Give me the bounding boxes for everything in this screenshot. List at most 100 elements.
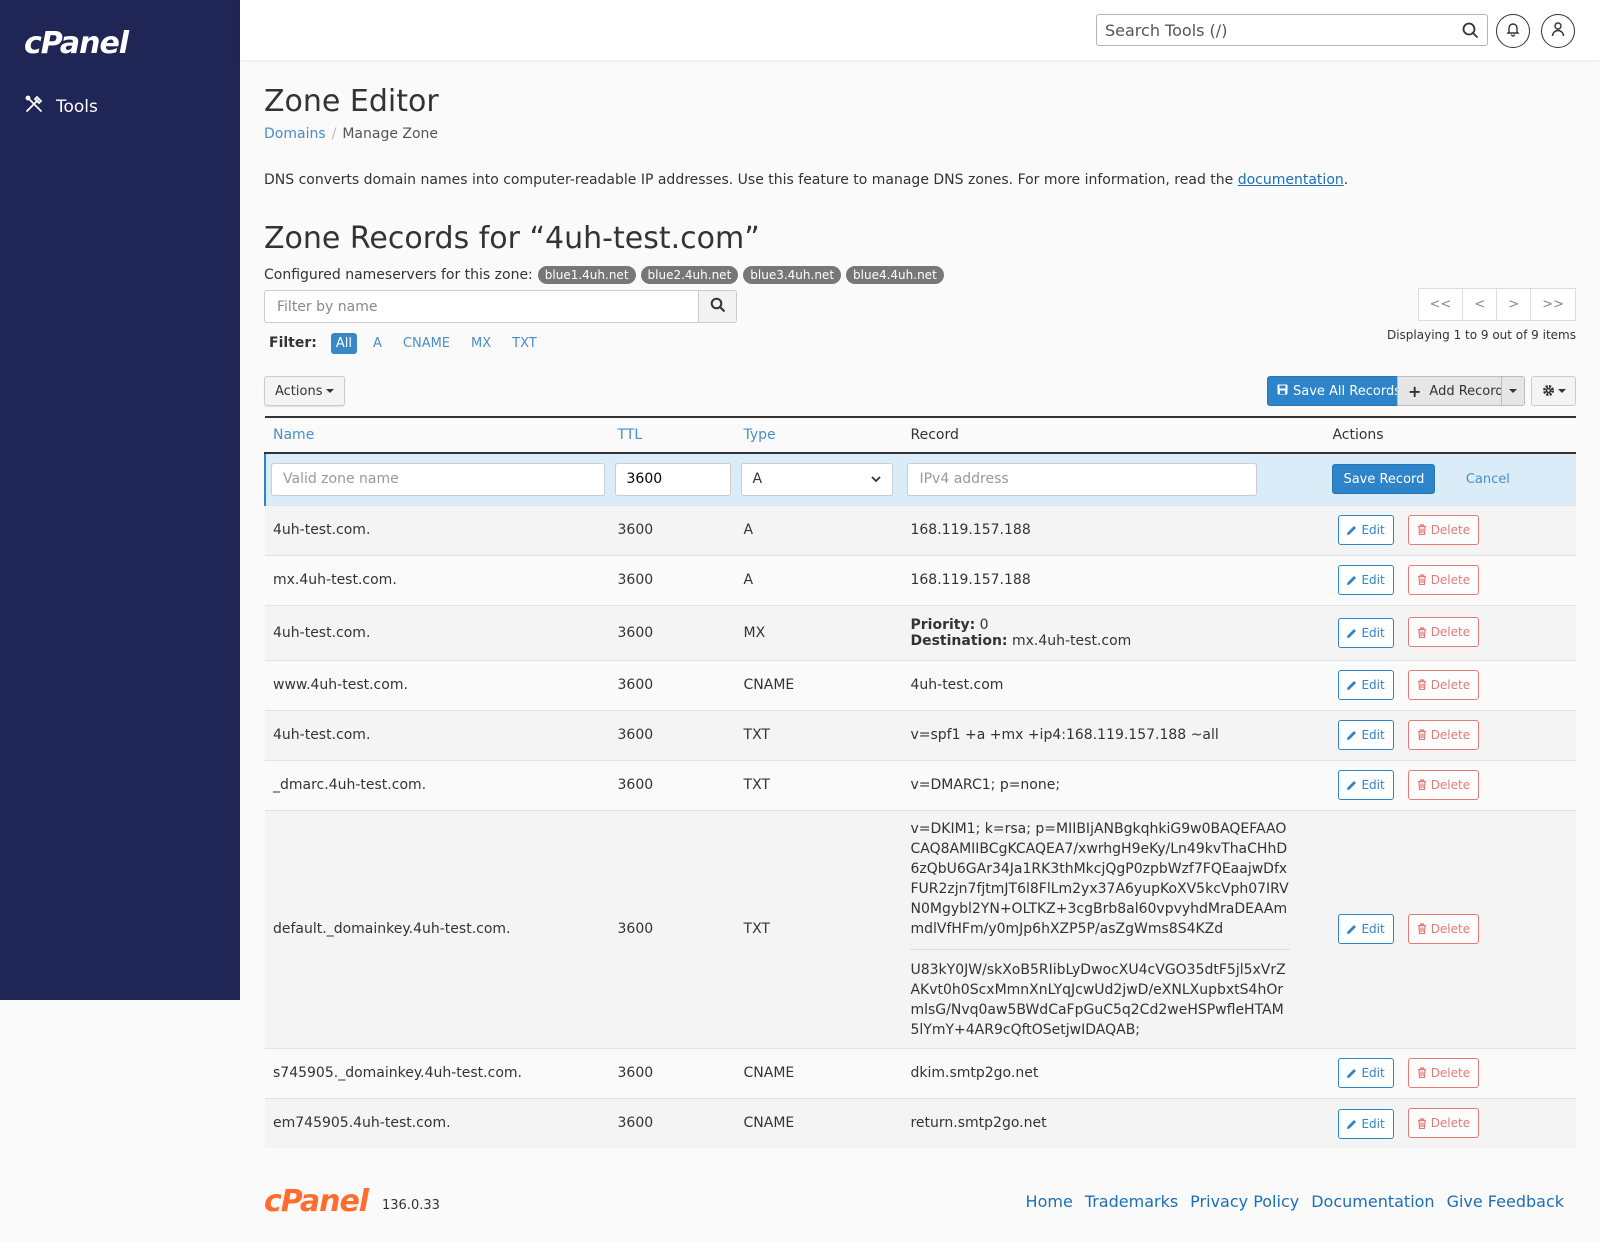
footer-link-home[interactable]: Home xyxy=(1026,1192,1073,1211)
record-value-input[interactable] xyxy=(907,462,1258,496)
search-tools-input[interactable] xyxy=(1097,15,1437,45)
delete-button[interactable]: Delete xyxy=(1407,719,1480,750)
notifications-button[interactable] xyxy=(1496,14,1530,48)
table-row: 4uh-test.com. 3600 A 168.119.157.188 Edit Del… xyxy=(265,504,1576,555)
record-ttl: 3600 xyxy=(617,1115,654,1132)
bell-icon xyxy=(1505,21,1521,41)
delete-label: Delete xyxy=(1430,625,1471,640)
prev-page-button[interactable]: < xyxy=(1462,288,1498,321)
user-menu-button[interactable] xyxy=(1541,14,1575,48)
edit-button[interactable]: Edit xyxy=(1338,670,1394,701)
edit-button[interactable]: Edit xyxy=(1338,1058,1394,1089)
add-record-dropdown-toggle[interactable] xyxy=(1501,376,1525,406)
cpanel-logo[interactable]: cPanel xyxy=(24,26,129,61)
add-record-button[interactable]: + Add Record xyxy=(1397,376,1515,406)
search-icon[interactable] xyxy=(1462,22,1479,43)
table-row: www.4uh-test.com. 3600 CNAME 4uh-test.com Ed… xyxy=(265,659,1576,710)
save-record-button[interactable]: Save Record xyxy=(1332,464,1436,495)
filter-a[interactable]: A xyxy=(368,333,387,354)
footer-link-documentation[interactable]: Documentation xyxy=(1311,1192,1434,1211)
edit-button[interactable]: Edit xyxy=(1338,515,1394,546)
filter-all[interactable]: All xyxy=(330,332,357,354)
delete-button[interactable]: Delete xyxy=(1407,913,1480,944)
save-all-records-button[interactable]: Save All Records xyxy=(1267,376,1411,406)
delete-label: Delete xyxy=(1430,1116,1471,1130)
record-ttl: 3600 xyxy=(617,1065,654,1081)
table-row: s745905._domainkey.4uh-test.com. 3600 CNAM… xyxy=(265,1047,1576,1098)
delete-label: Delete xyxy=(1430,777,1471,792)
footer-link-give-feedback[interactable]: Give Feedback xyxy=(1447,1192,1564,1211)
sidebar-item-tools[interactable]: Tools xyxy=(24,94,98,119)
trash-icon xyxy=(1417,1117,1427,1129)
zone-name-input[interactable] xyxy=(271,462,605,496)
destination-value: mx.4uh-test.com xyxy=(1011,632,1132,649)
tools-icon xyxy=(24,94,56,119)
footer: cPanel 136.0.33 Home Trademarks Privacy … xyxy=(264,1180,1576,1220)
caret-down-icon xyxy=(1557,389,1566,393)
footer-link-privacy-policy[interactable]: Privacy Policy xyxy=(1190,1192,1299,1211)
nameserver-badge: blue1.4uh.net xyxy=(537,266,636,284)
cancel-link[interactable]: Cancel xyxy=(1466,472,1510,487)
ttl-input[interactable] xyxy=(614,462,731,496)
delete-label: Delete xyxy=(1430,677,1471,692)
column-header-type[interactable]: Type xyxy=(735,416,903,454)
record-name: www.4uh-test.com. xyxy=(273,677,408,693)
settings-dropdown-button[interactable] xyxy=(1531,376,1576,406)
table-row: em745905.4uh-test.com. 3600 CNAME return.sm… xyxy=(265,1097,1576,1148)
filter-label: Filter: xyxy=(269,335,317,351)
filter-search-button[interactable] xyxy=(698,290,737,323)
edit-label: Edit xyxy=(1361,678,1385,693)
edit-button[interactable]: Edit xyxy=(1338,1108,1394,1139)
first-page-button[interactable]: << xyxy=(1417,288,1464,321)
edit-label: Edit xyxy=(1361,778,1385,793)
breadcrumb-domains-link[interactable]: Domains xyxy=(264,126,326,142)
last-page-button[interactable]: >> xyxy=(1530,288,1576,321)
record-type: CNAME xyxy=(743,1115,795,1132)
delete-button[interactable]: Delete xyxy=(1407,769,1480,800)
delete-button[interactable]: Delete xyxy=(1407,1108,1480,1138)
type-select[interactable]: A xyxy=(740,462,893,496)
filter-by-name-input[interactable] xyxy=(264,290,699,323)
version-label: 136.0.33 xyxy=(382,1198,440,1213)
delete-button[interactable]: Delete xyxy=(1407,1057,1480,1088)
footer-cpanel-logo[interactable]: cPanel xyxy=(264,1184,369,1219)
edit-button[interactable]: Edit xyxy=(1338,565,1394,596)
filter-txt[interactable]: TXT xyxy=(507,333,542,354)
next-page-button[interactable]: > xyxy=(1496,288,1532,321)
delete-button[interactable]: Delete xyxy=(1407,514,1480,545)
delete-button[interactable]: Delete xyxy=(1407,617,1480,648)
breadcrumb: Domains / Manage Zone xyxy=(264,126,1576,146)
record-name: em745905.4uh-test.com. xyxy=(273,1115,451,1132)
delete-button[interactable]: Delete xyxy=(1407,564,1480,595)
floppy-icon xyxy=(1277,384,1288,399)
record-type: A xyxy=(743,522,754,538)
delete-button[interactable]: Delete xyxy=(1407,669,1480,700)
edit-button[interactable]: Edit xyxy=(1338,720,1394,751)
edit-label: Edit xyxy=(1361,1066,1385,1081)
record-value: return.smtp2go.net xyxy=(910,1115,1047,1132)
table-row: 4uh-test.com. 3600 TXT v=spf1 +a +mx +ip4:1… xyxy=(265,709,1576,760)
edit-button[interactable]: Edit xyxy=(1338,770,1394,801)
column-header-ttl[interactable]: TTL xyxy=(609,416,736,454)
record-ttl: 3600 xyxy=(617,727,654,743)
filter-cname[interactable]: CNAME xyxy=(398,333,455,354)
record-type: TXT xyxy=(743,777,770,793)
filter-mx[interactable]: MX xyxy=(466,333,496,354)
page-title: Zone Editor xyxy=(264,84,439,119)
pencil-icon xyxy=(1347,924,1357,935)
pencil-icon xyxy=(1347,628,1357,638)
edit-button[interactable]: Edit xyxy=(1338,617,1394,648)
caret-down-icon xyxy=(325,389,334,393)
edit-button[interactable]: Edit xyxy=(1338,914,1394,945)
record-ttl: 3600 xyxy=(617,677,654,693)
column-header-name[interactable]: Name xyxy=(265,416,610,454)
pencil-icon xyxy=(1347,1119,1357,1129)
record-name: _dmarc.4uh-test.com. xyxy=(273,777,427,793)
documentation-link[interactable]: documentation xyxy=(1238,172,1344,188)
footer-link-trademarks[interactable]: Trademarks xyxy=(1085,1192,1178,1211)
breadcrumb-current: Manage Zone xyxy=(342,126,439,142)
edit-label: Edit xyxy=(1361,573,1385,588)
record-type: CNAME xyxy=(743,677,795,693)
actions-dropdown-button[interactable]: Actions xyxy=(264,376,345,406)
sidebar-item-label: Tools xyxy=(56,96,98,117)
